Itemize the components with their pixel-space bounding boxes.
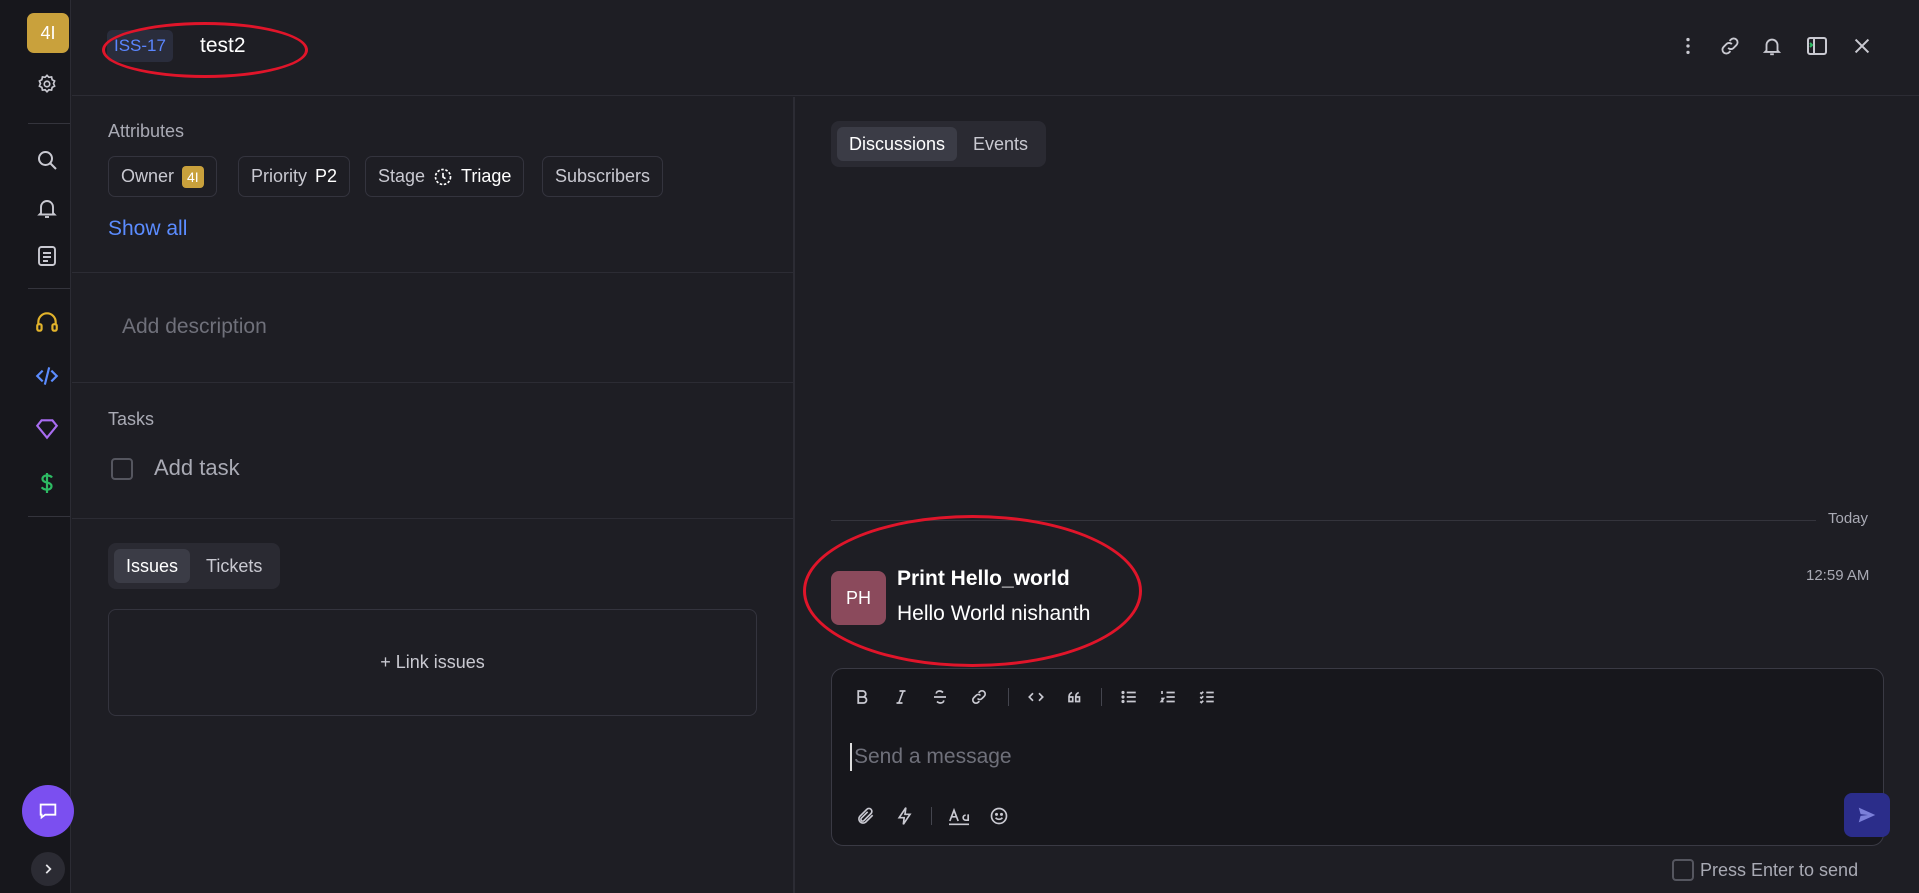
- links-tabs: Issues Tickets: [108, 543, 281, 589]
- toolbar-divider: [1101, 688, 1102, 706]
- show-all-link[interactable]: Show all: [108, 217, 187, 241]
- send-button[interactable]: [1844, 793, 1890, 837]
- lightning-icon[interactable]: [890, 801, 920, 831]
- owner-label: Owner: [121, 166, 175, 186]
- press-enter-checkbox[interactable]: [1672, 859, 1694, 881]
- panel-icon[interactable]: [1799, 28, 1835, 64]
- description-field[interactable]: Add description: [122, 315, 267, 339]
- settings-icon[interactable]: [25, 62, 69, 106]
- attachment-icon[interactable]: [851, 801, 881, 831]
- issue-details-panel: Attributes Owner 4I Priority P2 Stage Tr…: [72, 97, 793, 893]
- workspace-switcher[interactable]: 4I: [27, 13, 69, 53]
- stage-label: Stage: [378, 166, 426, 186]
- message-body: Hello World nishanth: [897, 602, 1091, 625]
- subscribers-chip[interactable]: Subscribers: [542, 156, 664, 197]
- more-icon[interactable]: [1670, 28, 1706, 64]
- chat-button[interactable]: [22, 785, 74, 837]
- bell-icon[interactable]: [1754, 28, 1790, 64]
- task-checkbox[interactable]: [111, 458, 133, 480]
- owner-chip[interactable]: Owner 4I: [108, 156, 217, 197]
- priority-value: P2: [315, 166, 338, 186]
- discussion-panel: Discussions Events Today PH Print Hello_…: [795, 97, 1919, 893]
- press-enter-option[interactable]: Press Enter to send: [1672, 859, 1858, 881]
- priority-chip[interactable]: Priority P2: [238, 156, 351, 197]
- avatar[interactable]: PH: [831, 571, 886, 625]
- code-icon[interactable]: [25, 354, 69, 398]
- toolbar-divider: [1008, 688, 1009, 706]
- date-divider-label: Today: [1828, 510, 1869, 527]
- emoji-icon[interactable]: [984, 801, 1014, 831]
- subscribers-label: Subscribers: [555, 166, 651, 186]
- press-enter-label: Press Enter to send: [1700, 859, 1859, 880]
- message-author: Print Hello_world: [897, 567, 1070, 590]
- section-divider: [72, 382, 793, 383]
- owner-avatar: 4I: [182, 165, 204, 188]
- priority-label: Priority: [251, 166, 308, 186]
- text-format-icon[interactable]: [944, 801, 974, 831]
- dollar-icon[interactable]: [25, 461, 69, 505]
- link-issues-button[interactable]: + Link issues: [108, 609, 757, 716]
- tab-events[interactable]: Events: [961, 127, 1040, 161]
- headphones-icon[interactable]: [25, 300, 69, 344]
- bold-icon[interactable]: [847, 682, 877, 712]
- code-icon[interactable]: [1021, 682, 1051, 712]
- date-divider-line: [831, 520, 1816, 521]
- tab-discussions[interactable]: Discussions: [837, 127, 958, 161]
- app-rail: 4I: [0, 0, 74, 893]
- section-divider: [72, 272, 793, 273]
- rail-divider: [28, 516, 70, 517]
- message-composer: [831, 668, 1890, 846]
- message-input[interactable]: [850, 743, 1750, 771]
- gem-icon[interactable]: [25, 407, 69, 451]
- strikethrough-icon[interactable]: [925, 682, 955, 712]
- search-icon[interactable]: [25, 138, 69, 182]
- issue-id-badge[interactable]: ISS-17: [107, 30, 173, 62]
- discussion-tabs: Discussions Events: [831, 121, 1047, 167]
- tasks-heading: Tasks: [108, 409, 155, 429]
- attributes-heading: Attributes: [108, 121, 185, 141]
- section-divider: [72, 518, 793, 519]
- italic-icon[interactable]: [886, 682, 916, 712]
- checklist-icon[interactable]: [1192, 682, 1222, 712]
- bell-icon[interactable]: [25, 186, 69, 230]
- rail-divider: [28, 123, 70, 124]
- notes-icon[interactable]: [25, 234, 69, 278]
- close-icon[interactable]: [1844, 28, 1880, 64]
- link-icon[interactable]: [964, 682, 994, 712]
- numbered-list-icon[interactable]: [1153, 682, 1183, 712]
- link-icon[interactable]: [1712, 28, 1748, 64]
- stage-chip[interactable]: Stage Triage: [365, 156, 525, 197]
- bullet-list-icon[interactable]: [1114, 682, 1144, 712]
- issue-header: ISS-17 test2: [72, 0, 1919, 96]
- add-task-input[interactable]: Add task: [154, 455, 240, 481]
- tab-tickets[interactable]: Tickets: [194, 549, 274, 583]
- toolbar-divider: [931, 807, 932, 825]
- clock-icon: [434, 168, 452, 185]
- issue-title[interactable]: test2: [200, 31, 246, 61]
- message-timestamp: 12:59 AM: [1806, 567, 1870, 584]
- expand-rail-button[interactable]: [31, 852, 65, 886]
- rail-divider: [28, 288, 70, 289]
- stage-value: Triage: [461, 166, 512, 186]
- quote-icon[interactable]: [1060, 682, 1090, 712]
- tab-issues[interactable]: Issues: [114, 549, 191, 583]
